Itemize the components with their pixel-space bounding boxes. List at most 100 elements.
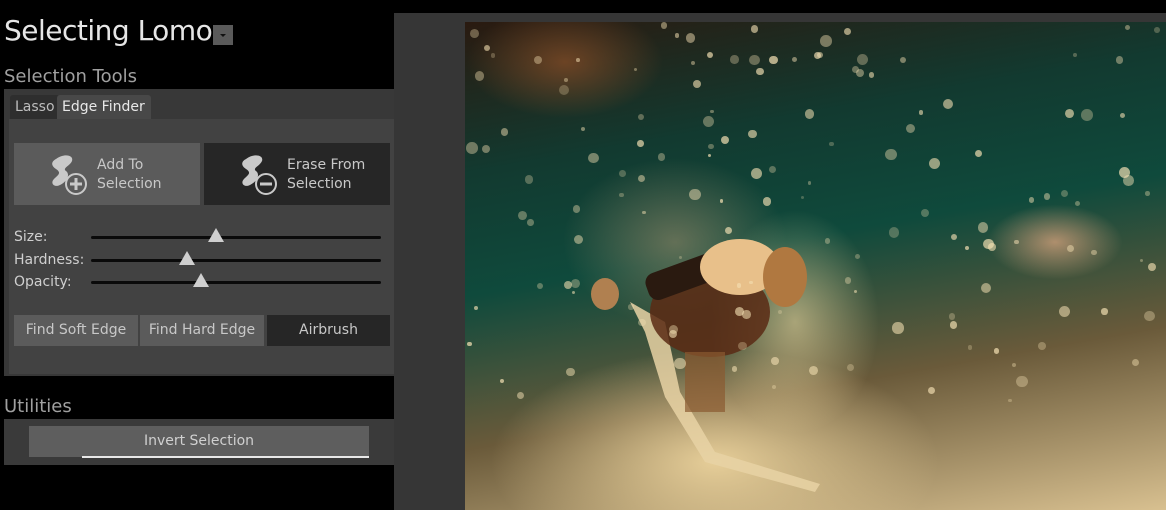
bokeh-dot xyxy=(1014,239,1019,245)
bokeh-dot xyxy=(571,290,575,294)
bokeh-dot xyxy=(900,56,907,63)
size-slider-thumb[interactable] xyxy=(207,228,224,242)
bokeh-dot xyxy=(736,282,742,288)
selection-tools-panel: Lasso Edge Finder Add To Selection Erase… xyxy=(4,89,394,376)
tab-edge-finder[interactable]: Edge Finder xyxy=(57,95,151,119)
erase-label-line2: Selection xyxy=(287,176,352,192)
bokeh-dot xyxy=(483,45,490,51)
bokeh-dot xyxy=(500,128,509,136)
bokeh-dot xyxy=(573,205,581,213)
bokeh-dot xyxy=(588,152,599,164)
bokeh-dot xyxy=(1115,55,1124,64)
bokeh-dot xyxy=(755,67,764,76)
erase-from-selection-button[interactable]: Erase From Selection xyxy=(204,143,390,205)
bokeh-dot xyxy=(628,304,634,310)
hardness-slider-thumb[interactable] xyxy=(178,251,195,265)
bokeh-dot xyxy=(928,157,940,169)
bokeh-dot xyxy=(702,116,714,128)
bokeh-dot xyxy=(710,109,714,114)
bokeh-dot xyxy=(566,367,575,377)
photo-canvas[interactable] xyxy=(465,22,1166,510)
canvas-area[interactable] xyxy=(394,13,1166,510)
bokeh-dot xyxy=(638,318,646,327)
opacity-slider[interactable] xyxy=(91,273,381,287)
bokeh-dot xyxy=(771,357,779,365)
selection-tools-heading: Selection Tools xyxy=(4,66,138,87)
bokeh-dot xyxy=(637,140,644,147)
bokeh-dot xyxy=(657,153,666,161)
hardness-slider[interactable] xyxy=(91,251,381,265)
bokeh-dot xyxy=(1072,53,1077,58)
bokeh-dot xyxy=(574,234,584,244)
bokeh-dot xyxy=(467,341,472,347)
bokeh-dot xyxy=(1145,191,1150,196)
bokeh-dot xyxy=(564,77,568,82)
airbrush-button[interactable]: Airbrush xyxy=(267,315,390,346)
add-label-line1: Add To xyxy=(97,157,144,173)
bokeh-dot xyxy=(988,243,996,251)
page-title: Selecting Lomo xyxy=(4,14,213,47)
add-label-line2: Selection xyxy=(97,176,162,192)
bokeh-dot xyxy=(481,144,490,153)
bokeh-dot xyxy=(777,309,782,314)
bokeh-dot xyxy=(769,55,778,65)
bokeh-dot xyxy=(1081,109,1094,121)
bokeh-dot xyxy=(730,55,739,64)
bokeh-dot xyxy=(750,167,762,179)
bokeh-dot xyxy=(490,53,496,58)
bokeh-dot xyxy=(580,126,585,132)
brush-erase-icon xyxy=(242,155,277,195)
bokeh-dot xyxy=(771,385,776,390)
title-dropdown-button[interactable] xyxy=(213,25,233,45)
size-label: Size: xyxy=(14,229,48,245)
add-to-selection-button[interactable]: Add To Selection xyxy=(14,143,200,205)
bokeh-dot xyxy=(868,72,875,78)
size-slider[interactable] xyxy=(91,228,381,242)
snowboarder-figure xyxy=(591,239,820,492)
bokeh-dot xyxy=(751,25,759,33)
utilities-panel: Invert Selection xyxy=(4,419,394,465)
bokeh-dot xyxy=(1144,310,1155,322)
bokeh-dot xyxy=(517,391,524,399)
bokeh-dot xyxy=(1123,175,1134,186)
tab-lasso[interactable]: Lasso xyxy=(10,95,60,119)
invert-selection-button[interactable]: Invert Selection xyxy=(29,426,369,457)
opacity-label: Opacity: xyxy=(14,274,72,290)
bokeh-dot xyxy=(943,98,954,109)
bokeh-dot xyxy=(977,222,989,233)
opacity-slider-thumb[interactable] xyxy=(193,273,210,287)
bokeh-dot xyxy=(846,364,854,372)
bokeh-dot xyxy=(819,35,832,47)
bokeh-dot xyxy=(678,255,682,260)
bokeh-dot xyxy=(1140,258,1144,262)
bokeh-dot xyxy=(1016,375,1028,388)
find-soft-edge-button[interactable]: Find Soft Edge xyxy=(14,315,138,346)
erase-label-line1: Erase From xyxy=(287,157,366,173)
bokeh-dot xyxy=(576,58,581,62)
find-hard-edge-button[interactable]: Find Hard Edge xyxy=(140,315,264,346)
bokeh-dot xyxy=(559,84,570,95)
bokeh-dot xyxy=(804,109,815,119)
erase-from-selection-label: Erase From Selection xyxy=(287,156,365,194)
bokeh-dot xyxy=(685,33,696,43)
bokeh-dot xyxy=(470,28,480,38)
bokeh-dot xyxy=(466,141,478,154)
hardness-label: Hardness: xyxy=(14,252,85,268)
bokeh-dot xyxy=(473,305,478,310)
edge-finder-content: Add To Selection Erase From Selection Si… xyxy=(9,119,394,374)
bokeh-dot xyxy=(1028,196,1035,203)
bokeh-dot xyxy=(967,345,972,350)
bokeh-dot xyxy=(642,210,646,215)
bokeh-dot xyxy=(668,329,677,338)
brush-add-icon xyxy=(52,155,87,195)
bokeh-dot xyxy=(660,22,668,29)
bokeh-dot xyxy=(735,307,744,317)
bokeh-dot xyxy=(619,193,624,198)
bokeh-dot xyxy=(674,357,686,370)
bokeh-dot xyxy=(731,366,738,372)
bokeh-dot xyxy=(1061,189,1069,197)
bokeh-dot xyxy=(689,188,701,201)
bokeh-dot xyxy=(619,170,626,177)
bokeh-dot xyxy=(1154,27,1160,34)
add-to-selection-label: Add To Selection xyxy=(97,156,162,194)
